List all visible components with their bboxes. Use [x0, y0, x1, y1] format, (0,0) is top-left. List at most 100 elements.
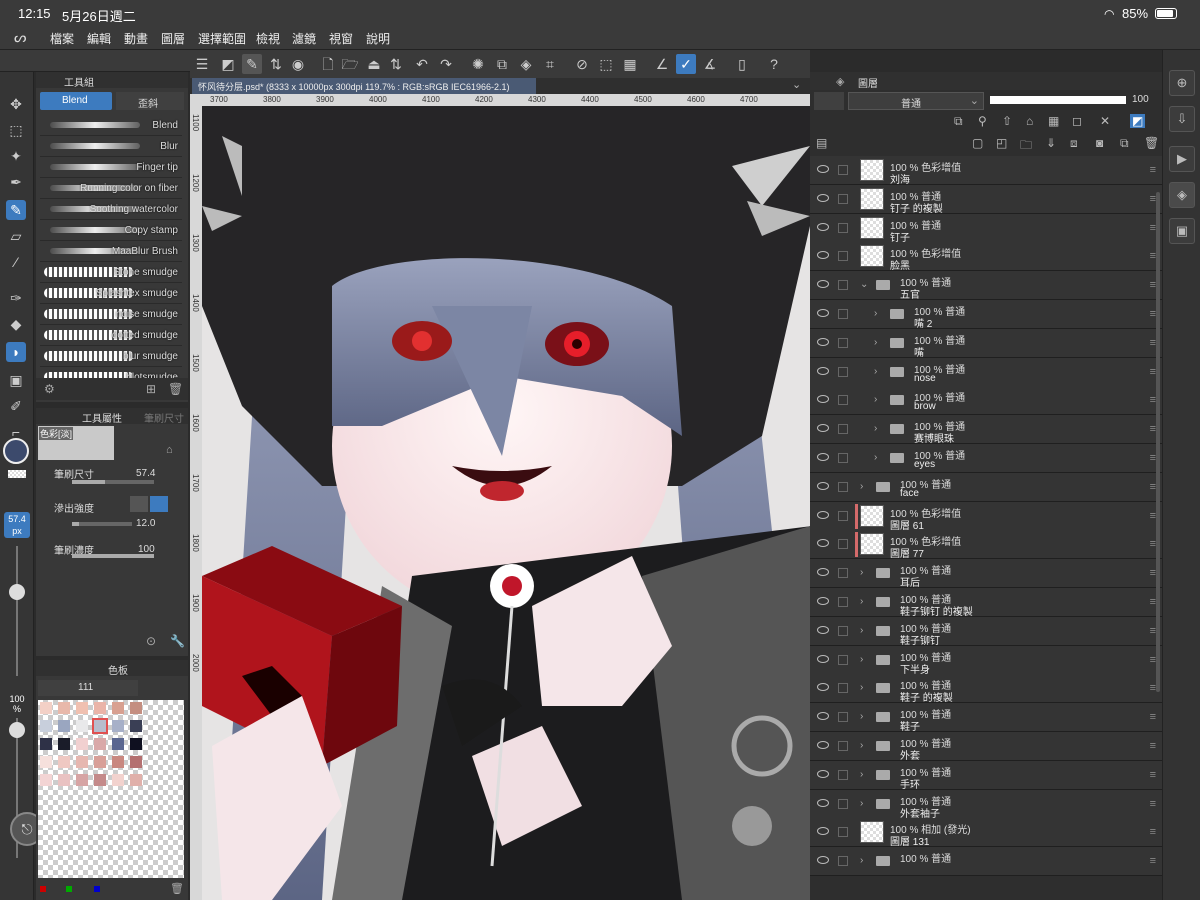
color-swatch[interactable]	[58, 720, 70, 732]
delete-color-icon[interactable]: 🗑	[170, 882, 184, 895]
brush-settings-icon[interactable]: ✎	[242, 54, 262, 74]
eye-icon[interactable]	[817, 193, 829, 202]
color-swatch[interactable]	[76, 738, 88, 750]
layer-select-checkbox[interactable]	[838, 251, 848, 262]
transform-icon[interactable]: ◩	[218, 54, 238, 74]
chevron-right-icon[interactable]: ›	[860, 481, 863, 492]
eye-icon[interactable]	[817, 683, 829, 692]
move-icon[interactable]: ✥	[6, 94, 26, 114]
color-swatch[interactable]	[40, 738, 52, 750]
color-swatch[interactable]	[40, 702, 52, 714]
property-settings-icon[interactable]: ⊙	[146, 634, 156, 648]
color-swatch[interactable]	[112, 756, 124, 768]
layer-color-icon[interactable]: ◩	[1130, 114, 1146, 128]
eye-icon[interactable]	[817, 769, 829, 778]
lock-icon[interactable]: ⌂	[166, 444, 173, 456]
eye-icon[interactable]	[817, 280, 829, 289]
size-slider-track[interactable]	[16, 546, 18, 676]
chevron-right-icon[interactable]: ›	[874, 337, 877, 348]
sub-tool-group-selected[interactable]: Blend	[40, 92, 112, 110]
layer-row[interactable]: › 100 % 普通 face ≡	[810, 472, 1162, 502]
brush-item[interactable]: MaaBlur Brush	[40, 242, 182, 262]
chevron-right-icon[interactable]: ›	[860, 740, 863, 751]
chevron-right-icon[interactable]: ›	[860, 654, 863, 665]
brush-item[interactable]: blur smudge	[40, 347, 182, 367]
new-file-icon[interactable]: 🗋	[318, 54, 338, 74]
figure-icon[interactable]: ✐	[6, 396, 26, 416]
eye-icon[interactable]	[817, 539, 829, 548]
gradient-icon[interactable]: ▣	[6, 370, 26, 390]
eye-icon[interactable]	[817, 625, 829, 634]
duplicate-icon[interactable]: ⧉	[1120, 136, 1129, 151]
eye-icon[interactable]	[817, 568, 829, 577]
layer-select-checkbox[interactable]	[838, 222, 848, 233]
ruler-snap-icon[interactable]: ∠	[652, 54, 672, 74]
color-swatch[interactable]	[94, 738, 106, 750]
chevron-right-icon[interactable]: ›	[860, 596, 863, 607]
brush-item[interactable]: Running color on fiber	[40, 179, 182, 199]
layer-drag-handle-icon[interactable]: ≡	[1150, 740, 1156, 752]
layer-select-checkbox[interactable]	[838, 568, 848, 579]
eye-icon[interactable]	[817, 165, 829, 173]
color-swatch[interactable]	[112, 774, 124, 786]
transparent-color-swatch[interactable]	[8, 470, 26, 478]
color-swatch[interactable]	[58, 738, 70, 750]
color-swatch[interactable]	[76, 702, 88, 714]
layer-drag-handle-icon[interactable]: ≡	[1150, 798, 1156, 810]
color-swatch[interactable]	[130, 702, 142, 714]
layer-row[interactable]: › 100 % 普通 鞋子 的複製 ≡	[810, 674, 1162, 704]
eye-icon[interactable]	[817, 453, 829, 461]
color-swatch[interactable]	[112, 702, 124, 714]
layer-row[interactable]: 100 % 普通 钉子 ≡	[810, 213, 1162, 244]
layer-row[interactable]: › 100 % 普通 手环 ≡	[810, 760, 1162, 791]
add-sub-tool-icon[interactable]: ⊞	[146, 382, 156, 396]
brush-item[interactable]: Stone smudge	[40, 263, 182, 283]
stroke-snap-icon[interactable]: ✓	[676, 54, 696, 74]
layer-row[interactable]: › 100 % 普通 鞋子 ≡	[810, 703, 1162, 733]
brush-size-slider[interactable]	[72, 480, 154, 484]
layer-drag-handle-icon[interactable]: ≡	[1150, 164, 1156, 176]
app-logo-icon[interactable]: ᔕ	[14, 29, 26, 46]
vector-pen-icon[interactable]: ✑	[6, 288, 26, 308]
mask-show-icon[interactable]: ✕	[1100, 114, 1110, 128]
layer-row[interactable]: › 100 % 普通 耳后 ≡	[810, 559, 1162, 589]
layer-row[interactable]: › 100 % 普通 ≡	[810, 847, 1162, 877]
open-folder-icon[interactable]: 🗁	[340, 54, 360, 74]
layer-row[interactable]: 100 % 普通 钉子 的複製 ≡	[810, 184, 1162, 215]
layer-row[interactable]: 100 % 色彩增值 圖層 61 ≡	[810, 501, 1162, 532]
brush-item[interactable]: noise smudge	[40, 305, 182, 325]
color-swatch[interactable]	[112, 720, 124, 732]
density-slider[interactable]	[72, 554, 154, 558]
color-swatch[interactable]	[94, 702, 106, 714]
menu-help[interactable]: 說明	[366, 30, 390, 47]
new-raster-layer-icon[interactable]: ▢	[972, 136, 983, 150]
save-icon[interactable]: ⏏	[364, 54, 384, 74]
layer-row[interactable]: › 100 % 普通 brow ≡	[810, 386, 1162, 416]
chevron-right-icon[interactable]: ›	[874, 394, 877, 405]
bleed-slider[interactable]	[72, 522, 132, 526]
eye-icon[interactable]	[817, 309, 829, 317]
chevron-right-icon[interactable]: ›	[860, 798, 863, 809]
color-swatch[interactable]	[130, 756, 142, 768]
color-swatch[interactable]	[94, 756, 106, 768]
layer-row[interactable]: › 100 % 普通 外套袖子 ≡	[810, 789, 1162, 820]
blend-mode-select[interactable]: 普通 ⌄	[848, 92, 984, 110]
menu-window[interactable]: 視窗	[329, 30, 353, 47]
layer-row[interactable]: ⌄ 100 % 普通 五官 ≡	[810, 271, 1162, 301]
loading-icon[interactable]: ✺	[468, 54, 488, 74]
grid-icon[interactable]: ▦	[620, 54, 640, 74]
color-swatch[interactable]	[40, 756, 52, 768]
transfer-down-icon[interactable]: ⇓	[1046, 136, 1056, 150]
layer-select-checkbox[interactable]	[838, 741, 848, 751]
animation-icon[interactable]: ▶	[1169, 146, 1195, 172]
fill-bucket-icon[interactable]: ◈	[516, 54, 536, 74]
eye-icon[interactable]	[817, 337, 829, 346]
new-vector-layer-icon[interactable]: ◰	[996, 136, 1007, 150]
layer-drag-handle-icon[interactable]: ≡	[1150, 769, 1156, 781]
bleed-value[interactable]: 12.0	[136, 518, 155, 529]
layer-row[interactable]: › 100 % 普通 eyes ≡	[810, 444, 1162, 473]
layer-row[interactable]: › 100 % 普通 下半身 ≡	[810, 645, 1162, 676]
mask-enable-icon[interactable]: ◻	[1072, 114, 1082, 128]
eyedropper-icon[interactable]: ⁄	[6, 252, 26, 272]
device-icon[interactable]: ▯	[732, 54, 752, 74]
